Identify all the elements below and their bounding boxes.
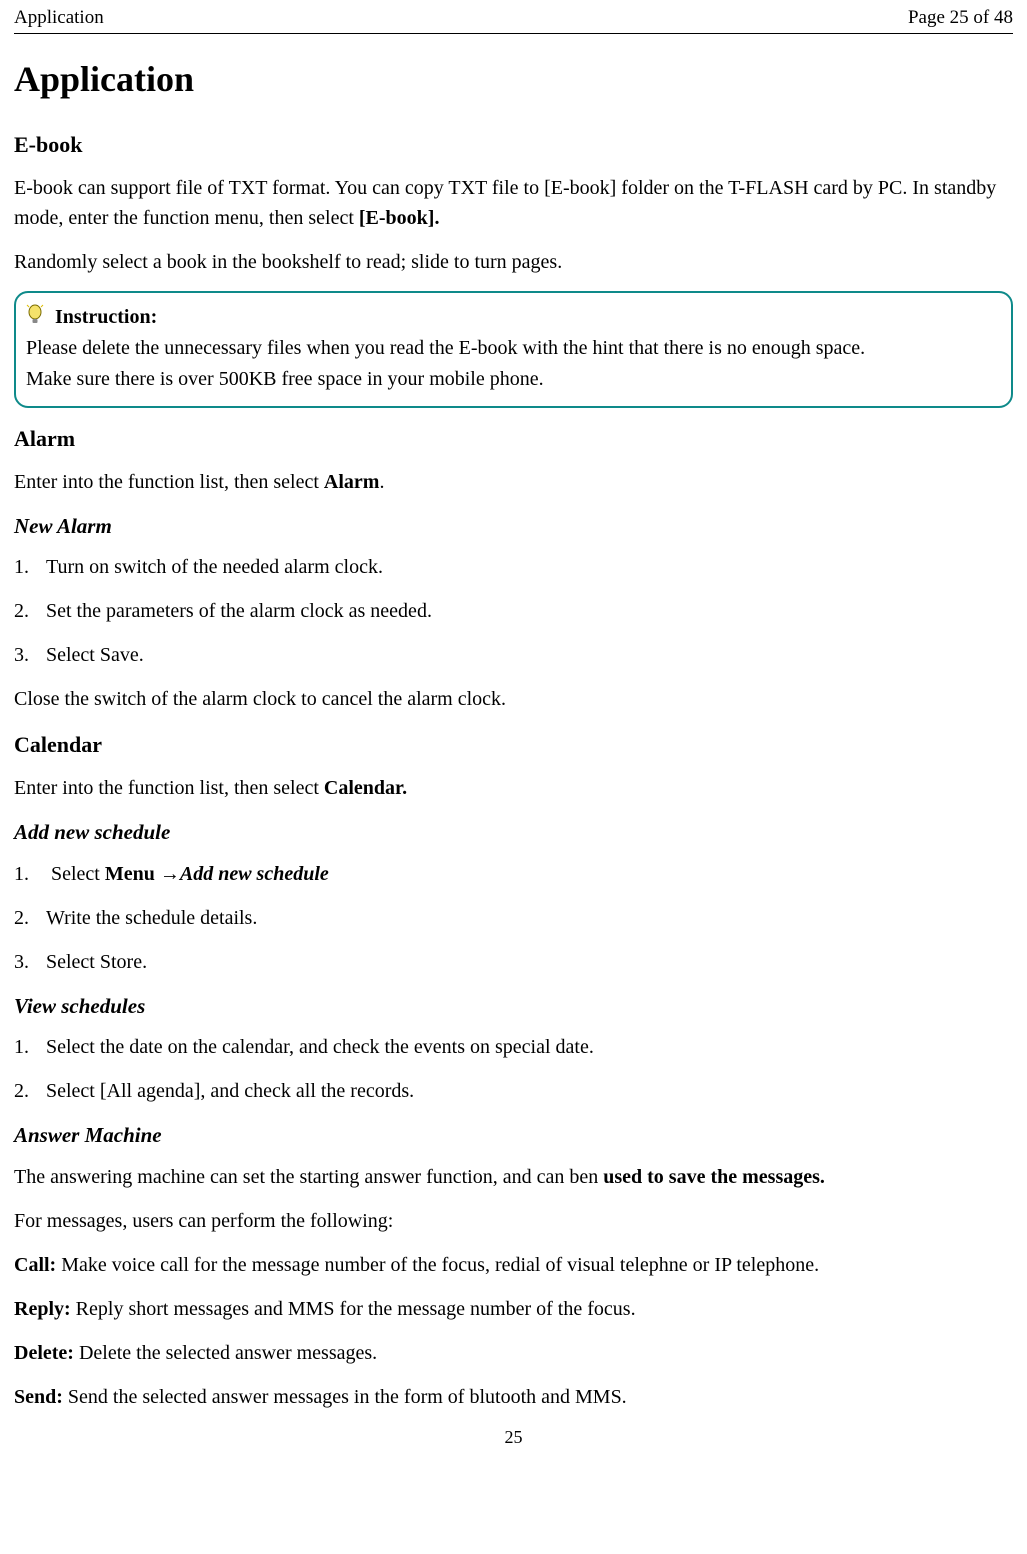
list-item: Select Menu →Add new schedule — [14, 859, 1013, 889]
view-schedules-steps: Select the date on the calendar, and che… — [14, 1032, 1013, 1106]
list-item: Write the schedule details. — [14, 903, 1013, 933]
add-step1-a: Select — [51, 863, 105, 885]
new-alarm-heading: New Alarm — [14, 511, 1013, 543]
alarm-steps: Turn on switch of the needed alarm clock… — [14, 552, 1013, 670]
page-header: Application Page 25 of 48 — [14, 0, 1013, 34]
alarm-heading: Alarm — [14, 422, 1013, 455]
header-left: Application — [14, 4, 104, 33]
ebook-p1-text: E-book can support file of TXT format. Y… — [14, 177, 996, 229]
calendar-heading: Calendar — [14, 728, 1013, 761]
calendar-intro-b: Calendar. — [324, 777, 407, 799]
send-text: Send the selected answer messages in the… — [63, 1386, 627, 1408]
calendar-intro-a: Enter into the function list, then selec… — [14, 777, 324, 799]
list-item: Turn on switch of the needed alarm clock… — [14, 552, 1013, 582]
call-text: Make voice call for the message number o… — [56, 1254, 819, 1276]
add-schedule-heading: Add new schedule — [14, 817, 1013, 849]
instruction-callout: Instruction: Please delete the unnecessa… — [14, 291, 1013, 408]
answer-delete: Delete: Delete the selected answer messa… — [14, 1338, 1013, 1368]
list-item: Select Save. — [14, 640, 1013, 670]
delete-text: Delete the selected answer messages. — [74, 1342, 377, 1364]
header-right: Page 25 of 48 — [908, 4, 1013, 33]
list-item: Select [All agenda], and check all the r… — [14, 1076, 1013, 1106]
page-title: Application — [14, 52, 1013, 106]
reply-text: Reply short messages and MMS for the mes… — [71, 1298, 636, 1320]
ebook-heading: E-book — [14, 128, 1013, 161]
add-step1-b: Menu → — [105, 863, 180, 885]
alarm-intro-a: Enter into the function list, then selec… — [14, 471, 324, 493]
ebook-p1-bold: [E-book]. — [359, 207, 440, 229]
answer-reply: Reply: Reply short messages and MMS for … — [14, 1294, 1013, 1324]
delete-label: Delete: — [14, 1342, 74, 1364]
answer-p1-b: used to save the messages. — [603, 1166, 825, 1188]
answer-send: Send: Send the selected answer messages … — [14, 1382, 1013, 1412]
answer-p2: For messages, users can perform the foll… — [14, 1206, 1013, 1236]
reply-label: Reply: — [14, 1298, 71, 1320]
ebook-p1: E-book can support file of TXT format. Y… — [14, 173, 1013, 233]
answer-p1-a: The answering machine can set the starti… — [14, 1166, 603, 1188]
send-label: Send: — [14, 1386, 63, 1408]
add-schedule-steps: Select Menu →Add new schedule Write the … — [14, 859, 1013, 977]
lightbulb-icon — [26, 304, 44, 324]
page-number: 25 — [14, 1424, 1013, 1451]
calendar-intro: Enter into the function list, then selec… — [14, 773, 1013, 803]
answer-p1: The answering machine can set the starti… — [14, 1162, 1013, 1192]
view-schedules-heading: View schedules — [14, 991, 1013, 1023]
ebook-p2: Randomly select a book in the bookshelf … — [14, 247, 1013, 277]
answer-call: Call: Make voice call for the message nu… — [14, 1250, 1013, 1280]
alarm-close: Close the switch of the alarm clock to c… — [14, 684, 1013, 714]
list-item: Select the date on the calendar, and che… — [14, 1032, 1013, 1062]
alarm-intro-b: Alarm — [324, 471, 380, 493]
answer-machine-heading: Answer Machine — [14, 1120, 1013, 1152]
instruction-line1: Please delete the unnecessary files when… — [26, 334, 999, 363]
list-item: Set the parameters of the alarm clock as… — [14, 596, 1013, 626]
alarm-intro-c: . — [379, 471, 384, 493]
alarm-intro: Enter into the function list, then selec… — [14, 467, 1013, 497]
list-item: Select Store. — [14, 947, 1013, 977]
instruction-line2: Make sure there is over 500KB free space… — [26, 365, 999, 394]
add-step1-c: Add new schedule — [180, 863, 329, 885]
call-label: Call: — [14, 1254, 56, 1276]
instruction-label: Instruction: — [55, 306, 157, 328]
